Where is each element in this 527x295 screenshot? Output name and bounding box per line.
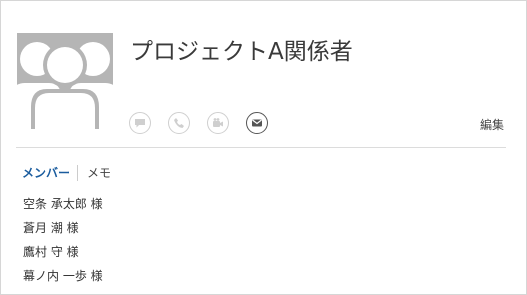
email-button[interactable] [246,112,268,134]
member-item[interactable]: 蒼月 潮 様 [23,219,103,243]
edit-link[interactable]: 編集 [480,116,504,133]
group-people-icon [17,33,113,129]
group-avatar [17,33,113,129]
phone-icon [174,118,184,128]
member-item[interactable]: 幕ノ内 一歩 様 [23,267,103,291]
call-button[interactable] [168,112,190,134]
view-tabs: メンバー メモ [22,164,111,181]
video-button[interactable] [207,112,229,134]
video-icon [213,118,223,127]
tab-notes[interactable]: メモ [87,164,111,181]
mail-icon [252,119,262,127]
tab-separator [77,164,79,181]
divider [16,147,506,148]
chat-button[interactable] [129,112,151,134]
contact-group-card: プロジェクトA関係者 編集 メンバー メモ 空条 承太郎 様 蒼月 潮 様 鷹村… [0,0,527,295]
group-title: プロジェクトA関係者 [130,39,353,65]
tab-members[interactable]: メンバー [22,164,70,181]
member-item[interactable]: 鷹村 守 様 [23,243,103,267]
chat-icon [135,119,145,128]
action-bar [129,112,268,134]
member-item[interactable]: 空条 承太郎 様 [23,195,103,219]
member-list: 空条 承太郎 様 蒼月 潮 様 鷹村 守 様 幕ノ内 一歩 様 [23,195,103,291]
